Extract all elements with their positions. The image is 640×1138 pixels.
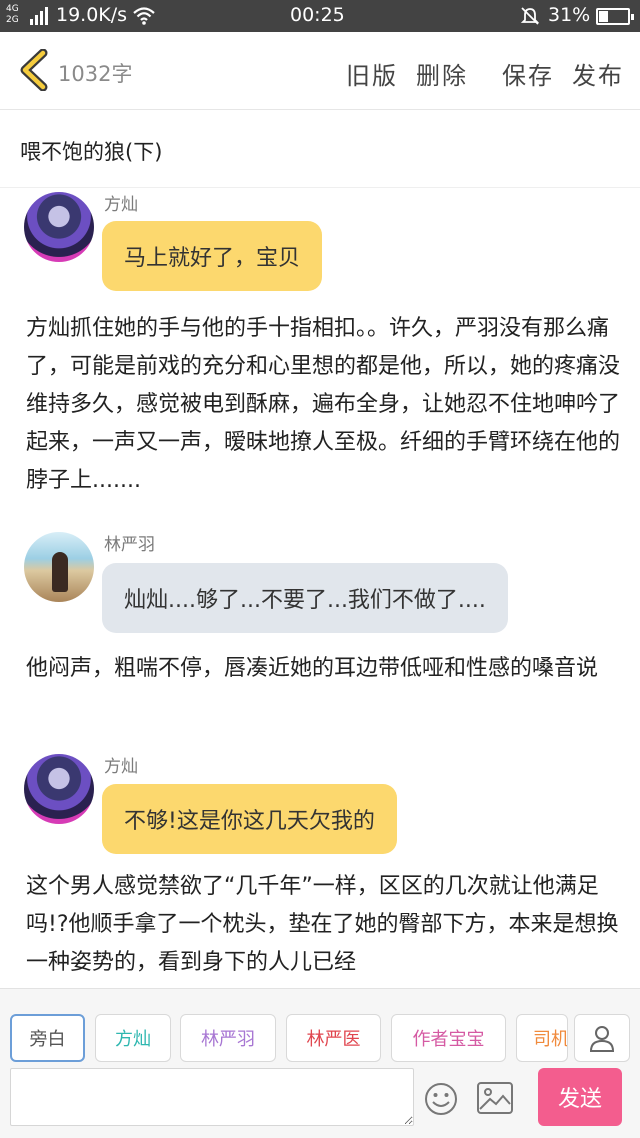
message-text: 马上就好了，宝贝: [124, 246, 301, 271]
message-bubble[interactable]: 马上就好了，宝贝: [102, 221, 323, 291]
role-chip-label: 方灿: [115, 1029, 151, 1050]
message-bubble[interactable]: 不够!这是你这几天欠我的: [102, 784, 397, 854]
battery-icon: [596, 8, 634, 25]
narration-paragraph[interactable]: 这个男人感觉禁欲了“几千年”一样，区区的几次就让他满足吗!?他顺手拿了一个枕头，…: [26, 868, 622, 982]
story-title-row[interactable]: 喂不饱的狼(下): [0, 110, 640, 188]
old-version-button[interactable]: 旧版: [346, 56, 398, 91]
message-text: 灿灿....够了...不要了...我们不做了....: [124, 588, 486, 613]
avatar: [24, 192, 94, 262]
image-icon[interactable]: [476, 1081, 514, 1115]
signal-icon: [30, 7, 48, 25]
role-chip-label: 司机: [533, 1029, 568, 1050]
publish-button[interactable]: 发布: [572, 56, 624, 91]
chevron-left-icon: [20, 49, 48, 91]
message-input[interactable]: [10, 1068, 414, 1126]
status-bar: 4G 2G 19.0K/s 00:25 31%: [0, 0, 640, 32]
network-speed: 19.0K/s: [56, 4, 128, 26]
role-chip-label: 作者宝宝: [412, 1029, 485, 1050]
role-chip-author[interactable]: 作者宝宝: [391, 1014, 506, 1062]
wifi-icon: [133, 7, 155, 25]
word-count: 1032字: [58, 62, 133, 86]
person-icon: [589, 1026, 615, 1052]
avatar: [24, 754, 94, 824]
narration-paragraph[interactable]: 他闷声，粗喘不停，唇凑近她的耳边带低哑和性感的嗓音说: [26, 650, 622, 688]
network-type: 4G 2G: [6, 4, 19, 25]
clock: 00:25: [290, 4, 345, 26]
role-chip-fangcan[interactable]: 方灿: [95, 1014, 171, 1062]
role-chip-driver[interactable]: 司机: [516, 1014, 568, 1062]
story-title: 喂不饱的狼(下): [20, 140, 163, 164]
save-button[interactable]: 保存: [502, 56, 554, 91]
role-chip-linyanyi[interactable]: 林严医: [286, 1014, 381, 1062]
compose-toolbar: 旁白 方灿 林严羽 林严医 作者宝宝 司机 发送: [0, 988, 640, 1138]
editor-header: 1032字 旧版 删除 保存 发布: [0, 32, 640, 110]
back-button[interactable]: [14, 48, 54, 92]
role-chip-label: 旁白: [29, 1029, 66, 1050]
role-chip-linyanyu[interactable]: 林严羽: [180, 1014, 276, 1062]
bell-mute-icon: [520, 7, 540, 25]
emoji-icon[interactable]: [423, 1081, 459, 1117]
add-role-button[interactable]: [574, 1014, 630, 1062]
battery-percent: 31%: [548, 4, 591, 26]
speaker-name: 方灿: [104, 195, 138, 215]
send-button[interactable]: 发送: [538, 1068, 622, 1126]
battery-fill: [599, 11, 608, 22]
avatar: [24, 532, 94, 602]
speaker-name: 林严羽: [104, 535, 155, 555]
message-text: 不够!这是你这几天欠我的: [124, 809, 375, 834]
narration-paragraph[interactable]: 方灿抓住她的手与他的手十指相扣。。许久，严羽没有那么痛了，可能是前戏的充分和心里…: [26, 310, 622, 500]
story-content[interactable]: 方灿 马上就好了，宝贝 方灿抓住她的手与他的手十指相扣。。许久，严羽没有那么痛了…: [0, 188, 640, 988]
role-chip-narration[interactable]: 旁白: [10, 1014, 85, 1062]
role-chip-label: 林严羽: [201, 1029, 255, 1050]
speaker-name: 方灿: [104, 757, 138, 777]
role-chip-label: 林严医: [306, 1029, 361, 1050]
message-bubble[interactable]: 灿灿....够了...不要了...我们不做了....: [102, 563, 508, 633]
delete-button[interactable]: 删除: [416, 56, 468, 91]
